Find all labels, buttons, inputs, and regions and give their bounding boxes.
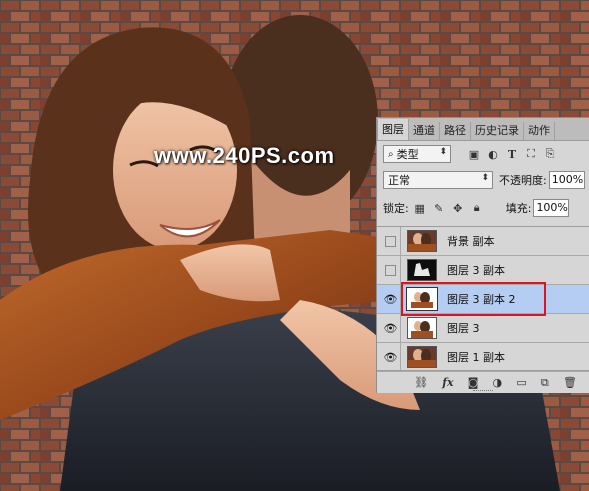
layer-name: 图层 3 [447, 322, 480, 335]
dark-thumb-icon [408, 260, 436, 280]
lock-label: 锁定: [383, 202, 409, 215]
tab-paths[interactable]: 路径 [440, 122, 471, 140]
layer-name: 图层 1 副本 [447, 351, 505, 364]
blend-row: 正常 ⬍ 不透明度: 100% [377, 168, 589, 192]
updown-icon: ⬍ [481, 173, 489, 183]
updown-icon: ⬍ [439, 147, 447, 157]
panel-tabs: 图层 通道 路径 历史记录 动作 [377, 118, 589, 141]
blend-mode-select[interactable]: 正常 ⬍ [383, 171, 493, 189]
adjustment-filter-icon[interactable]: ◐ [486, 147, 500, 161]
lock-all-icon[interactable]: 🔒︎ [470, 201, 484, 215]
filter-type-select[interactable]: ⌕ 类型 ⬍ [383, 145, 451, 163]
lock-image-icon[interactable]: ✎ [432, 201, 446, 215]
layer-thumbnail [407, 317, 437, 339]
fill-label: 填充: [505, 202, 532, 215]
new-group-icon[interactable]: ▭ [516, 376, 526, 389]
search-icon: ⌕ [388, 148, 394, 160]
filter-type-label: 类型 [396, 148, 419, 161]
layer-thumbnail [407, 346, 437, 368]
image-filter-icon[interactable]: ▣ [467, 147, 481, 161]
opacity-input[interactable]: 100% [548, 171, 585, 189]
lock-row: 锁定: ▦ ✎ ✥ 🔒︎ 填充: 100% [377, 196, 589, 220]
layer-row[interactable]: 👁︎ 图层 1 副本 [377, 343, 589, 372]
smart-object-filter-icon[interactable]: ⎘ [543, 147, 557, 161]
layer-row[interactable]: 背景 副本 [377, 227, 589, 256]
eye-icon: 👁︎ [383, 321, 398, 335]
fx-icon[interactable]: fx [442, 376, 453, 389]
link-layers-icon[interactable]: ⛓︎ [414, 376, 428, 389]
new-layer-icon[interactable]: ⧉ [541, 376, 549, 390]
layer-name: 背景 副本 [447, 235, 495, 248]
canvas-screenshot: www.240PS.com 图层 通道 路径 历史记录 动作 ⌕ 类型 ⬍ ▣ … [0, 0, 589, 491]
layer-thumbnail [407, 230, 437, 252]
visibility-toggle[interactable]: 👁︎ [381, 343, 401, 371]
layer-row[interactable]: 图层 3 副本 [377, 256, 589, 285]
fill-input[interactable]: 100% [533, 199, 570, 217]
trash-icon[interactable]: 🗑︎ [563, 376, 577, 389]
resize-grip[interactable] [473, 390, 493, 393]
blend-mode-label: 正常 [388, 174, 410, 187]
adjustment-layer-icon[interactable]: ◑ [493, 376, 503, 389]
add-mask-icon[interactable]: ◙ [468, 376, 479, 389]
photo-thumb-icon [408, 231, 436, 251]
visibility-toggle[interactable]: 👁︎ [381, 285, 401, 313]
layer-name: 图层 3 副本 [447, 264, 505, 277]
tab-history[interactable]: 历史记录 [471, 122, 524, 140]
hidden-box-icon [385, 264, 396, 276]
layers-panel: 图层 通道 路径 历史记录 动作 ⌕ 类型 ⬍ ▣ ◐ T ⛶ ⎘ 正常 ⬍ 不 [376, 117, 589, 393]
type-filter-icon[interactable]: T [505, 147, 519, 161]
cutout-thumb-icon [409, 290, 435, 308]
lock-position-icon[interactable]: ✥ [451, 201, 465, 215]
shape-filter-icon[interactable]: ⛶ [524, 147, 538, 161]
layer-thumbnail [406, 287, 438, 311]
layer-row[interactable]: 👁︎ 图层 3 [377, 314, 589, 343]
photo-thumb-icon [408, 347, 436, 367]
visibility-toggle[interactable]: 👁︎ [381, 314, 401, 342]
visibility-toggle[interactable] [381, 256, 401, 284]
tab-channels[interactable]: 通道 [409, 122, 440, 140]
tab-actions[interactable]: 动作 [524, 122, 555, 140]
tab-layers[interactable]: 图层 [377, 119, 409, 140]
eye-icon: 👁︎ [383, 350, 398, 364]
lock-transparent-icon[interactable]: ▦ [413, 201, 427, 215]
eye-icon: 👁︎ [383, 292, 398, 306]
watermark-text: www.240PS.com [154, 143, 335, 168]
opacity-label: 不透明度: [499, 174, 547, 187]
hidden-box-icon [385, 235, 396, 247]
cutout-thumb-icon [408, 318, 436, 338]
layers-list: 背景 副本 图层 3 副本 👁︎ 图层 3 副本 2 👁︎ 图层 3 👁︎ 图层… [377, 226, 589, 372]
filter-row: ⌕ 类型 ⬍ ▣ ◐ T ⛶ ⎘ [377, 142, 589, 166]
layer-name: 图层 3 副本 2 [447, 293, 516, 306]
layer-row-selected[interactable]: 👁︎ 图层 3 副本 2 [377, 285, 589, 314]
visibility-toggle[interactable] [381, 227, 401, 255]
layer-thumbnail [407, 259, 437, 281]
